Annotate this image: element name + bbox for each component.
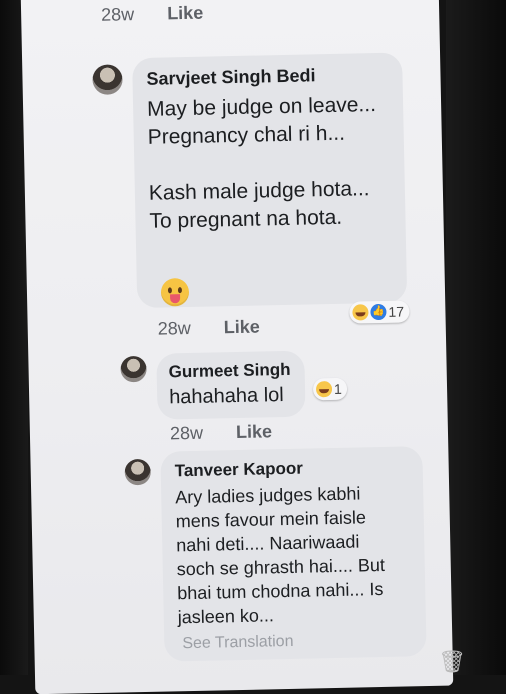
avatar[interactable] (120, 355, 147, 383)
see-translation-link[interactable]: See Translation (182, 633, 294, 653)
haha-reaction-icon (352, 304, 369, 321)
comment-author[interactable]: Tanveer Kapoor (175, 459, 304, 482)
reaction-count: 1 (333, 380, 343, 397)
comment-meta: 28w Like (158, 317, 260, 340)
reaction-count: 17 (388, 303, 405, 320)
comment-text: hahahaha lol (168, 384, 284, 409)
trash-icon: 🗑 (438, 649, 466, 674)
phone-screen: 28w Like Sarvjeet Singh Bedi May be judg… (20, 0, 454, 694)
comment-author[interactable]: Sarvjeet Singh Bedi (146, 65, 315, 90)
reaction-summary[interactable]: 👍 17 (349, 300, 410, 324)
comment-text: May be judge on leave... Pregnancy chal … (146, 93, 377, 233)
comment-meta-top: 28w Like (101, 3, 203, 26)
like-reaction-icon: 👍 (370, 303, 387, 321)
like-button[interactable]: Like (236, 421, 272, 442)
like-button[interactable]: Like (167, 3, 203, 24)
comment-author[interactable]: Gurmeet Singh (168, 360, 290, 383)
comment-time: 28w (100, 4, 135, 25)
comment-time: 28w (157, 317, 191, 339)
avatar[interactable] (124, 458, 152, 486)
comment-time: 28w (169, 422, 204, 444)
reaction-summary[interactable]: 1 (312, 377, 348, 401)
haha-reaction-icon (315, 381, 333, 398)
comment-text: Ary ladies judges kabhi mens favour mein… (175, 483, 386, 628)
phone-bezel-right (446, 0, 506, 675)
like-button[interactable]: Like (224, 317, 260, 338)
avatar[interactable] (92, 64, 123, 95)
comment-meta: 28w Like (170, 421, 272, 444)
